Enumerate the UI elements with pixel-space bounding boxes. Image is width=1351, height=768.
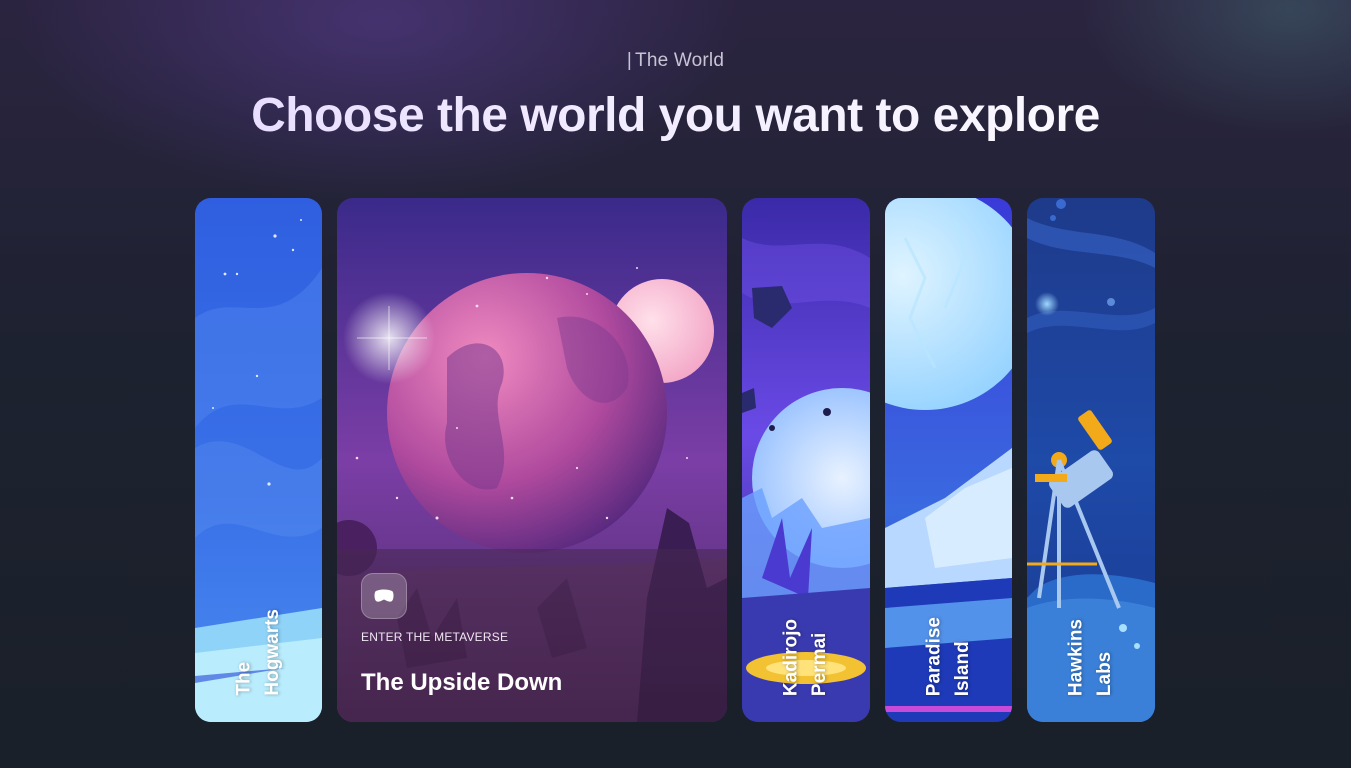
card-label: Paradise Island	[923, 616, 973, 696]
card-label: Kadirojo Permai	[780, 618, 831, 696]
vr-headset-icon	[374, 589, 394, 602]
vr-headset-button[interactable]	[361, 573, 407, 619]
card-kicker: ENTER THE METAVERSE	[361, 630, 509, 644]
world-card-upside-down[interactable]: ENTER THE METAVERSE The Upside Down	[337, 198, 727, 722]
card-info-panel: ENTER THE METAVERSE The Upside Down	[337, 549, 727, 722]
card-title: The Upside Down	[361, 669, 563, 696]
world-card-paradise-island[interactable]: Paradise Island	[885, 198, 1012, 722]
world-card-kadirojo-permai[interactable]: Kadirojo Permai	[742, 198, 870, 722]
world-card-hawkins-labs[interactable]: Hawkins Labs	[1027, 198, 1155, 722]
card-label: The Hogwarts	[233, 609, 283, 696]
card-label: Hawkins Labs	[1065, 618, 1116, 696]
world-card-hogwarts[interactable]: The Hogwarts	[195, 198, 322, 722]
page-title: Choose the world you want to explore	[0, 88, 1351, 143]
eyebrow-text: The World	[635, 50, 725, 71]
section-eyebrow: | The World	[626, 50, 725, 71]
